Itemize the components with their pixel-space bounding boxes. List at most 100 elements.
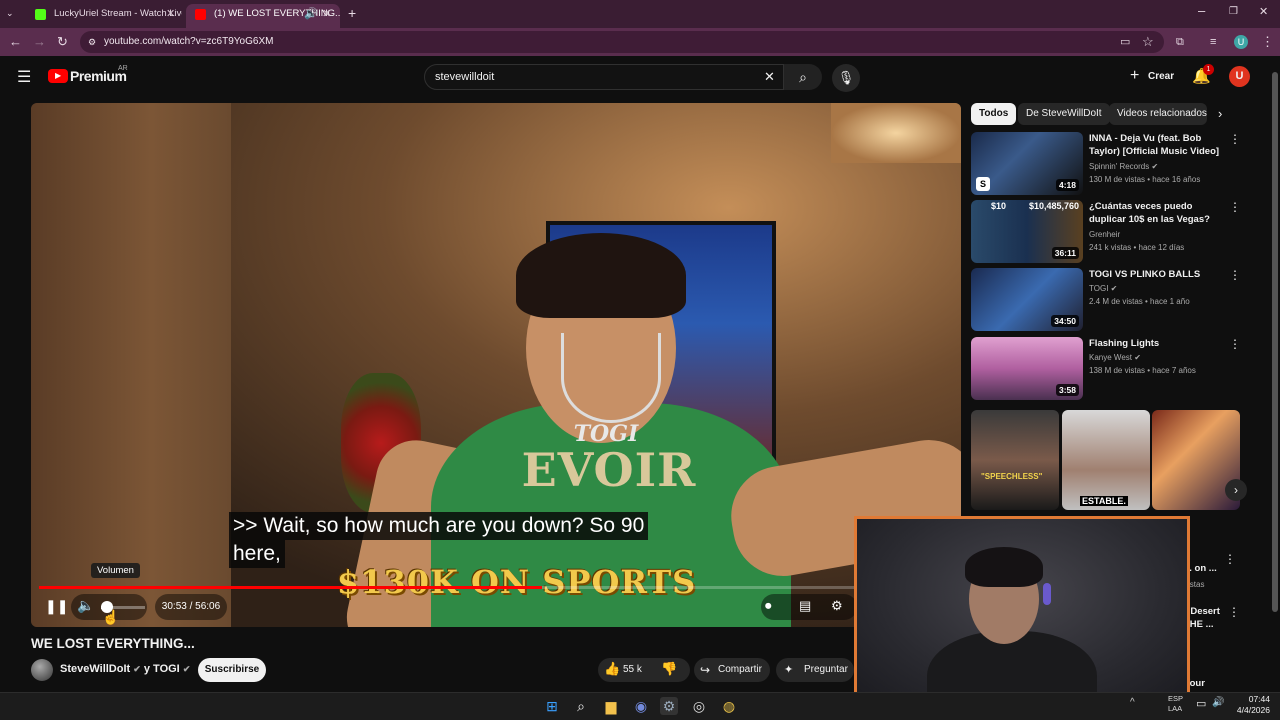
discord-icon[interactable]: ◉ — [632, 697, 650, 715]
tab-search-icon[interactable]: ⌄ — [6, 4, 14, 22]
duration-badge: 3:58 — [1055, 384, 1079, 396]
speaker-icon[interactable]: 🔊 — [1212, 697, 1224, 708]
maximize-icon[interactable]: ❐ — [1229, 3, 1238, 21]
account-avatar[interactable]: U — [1229, 66, 1250, 87]
recommendation-title[interactable]: TOGI VS PLINKO BALLS — [1089, 268, 1224, 281]
video-player[interactable]: TOGI EVOIR >> Wait, so how much are you … — [31, 103, 961, 627]
browser-menu-icon[interactable]: ⋮ — [1261, 33, 1274, 51]
channel-name-text[interactable]: SteveWillDoIt — [60, 663, 130, 675]
streamer-hair — [965, 547, 1043, 587]
system-tray-chevron-icon[interactable]: ^ — [1130, 697, 1135, 708]
channel-text[interactable]: TOGI — [1089, 284, 1108, 293]
network-icon[interactable]: ▭ — [1196, 697, 1206, 710]
recommendation-title[interactable]: ¿Cuántas veces puedo duplicar 10$ en las… — [1089, 200, 1224, 226]
language-indicator[interactable]: ESP LAA — [1168, 694, 1188, 714]
clear-search-icon[interactable]: ✕ — [764, 65, 775, 89]
shorts-next-button[interactable]: › — [1225, 479, 1247, 501]
media-controls-icon[interactable]: ≡ — [1210, 33, 1216, 51]
recommendation-channel[interactable]: Grenheir — [1089, 230, 1120, 239]
cast-icon[interactable]: ▭ — [1120, 33, 1130, 51]
caption-line-2: here, — [229, 540, 285, 568]
more-options-icon[interactable]: ⋮ — [1229, 200, 1241, 214]
volume-tooltip: Volumen — [91, 563, 140, 578]
settings-gear-icon[interactable]: ⚙ — [831, 598, 843, 614]
short-thumbnail[interactable]: "SPEECHLESS" — [971, 410, 1059, 510]
channel-avatar[interactable] — [31, 659, 53, 681]
recommendation-channel[interactable]: TOGI ✔ — [1089, 284, 1117, 293]
profile-avatar[interactable]: U — [1234, 35, 1248, 49]
recommendation-thumbnail[interactable]: S 4:18 — [971, 132, 1083, 195]
search-input[interactable]: stevewilldoit ✕ — [424, 64, 784, 90]
more-options-icon[interactable]: ⋮ — [1229, 268, 1241, 282]
recommendation-channel[interactable]: Kanye West ✔ — [1089, 353, 1141, 362]
tab-youtube[interactable]: (1) WE LOST EVERYTHING... 🔊 ✕ — [186, 4, 340, 28]
channel-name[interactable]: SteveWillDoIt ✔ y TOGI ✔ — [60, 663, 190, 675]
recommendation-title[interactable]: ... on ... — [1184, 562, 1224, 575]
more-options-icon[interactable]: ⋮ — [1229, 337, 1241, 351]
share-button[interactable]: ↪ Compartir — [694, 658, 770, 682]
channel-text[interactable]: Kanye West — [1089, 353, 1132, 362]
recommendation-meta: 241 k vistas • hace 12 días — [1089, 243, 1185, 252]
verified-icon: ✔ — [1110, 284, 1118, 293]
webcam-overlay — [854, 516, 1190, 704]
extensions-icon[interactable]: ⧉ — [1176, 33, 1184, 51]
recommendation-title[interactable]: INNA - Deja Vu (feat. Bob Taylor) [Offic… — [1089, 132, 1224, 158]
window-close-icon[interactable]: ✕ — [1259, 3, 1268, 21]
file-explorer-icon[interactable]: ▆ — [602, 697, 620, 715]
wall-light — [831, 103, 961, 163]
taskbar-clock[interactable]: 07:44 4/4/2026 — [1226, 694, 1270, 716]
channel-joiner[interactable]: y TOGI — [144, 663, 180, 675]
steam-icon[interactable]: ⚙ — [660, 697, 678, 715]
chip-related[interactable]: Videos relacionados — [1109, 103, 1207, 125]
short-thumbnail[interactable]: ESTABLE. — [1062, 410, 1150, 510]
autoplay-toggle-icon[interactable]: ⏺ — [765, 598, 772, 614]
more-options-icon[interactable]: ⋮ — [1224, 552, 1236, 566]
scrollbar-thumb[interactable] — [1272, 72, 1278, 612]
channel-text[interactable]: Spinnin' Records — [1089, 162, 1149, 171]
ask-button[interactable]: ✦ Preguntar — [776, 658, 854, 682]
recommendation-thumbnail[interactable]: 3:58 — [971, 337, 1083, 400]
close-icon[interactable]: ✕ — [166, 4, 175, 24]
taskbar-search-icon[interactable]: ⌕ — [572, 697, 590, 715]
pause-icon[interactable]: ❚❚ — [45, 598, 68, 615]
dislike-icon[interactable]: 👎 — [661, 661, 677, 677]
more-options-icon[interactable]: ⋮ — [1228, 605, 1240, 619]
chip-from-channel[interactable]: De SteveWillDoIt — [1018, 103, 1110, 125]
create-button[interactable]: + Crear — [1124, 64, 1178, 90]
recommendation-meta: 130 M de vistas • hace 16 años — [1089, 175, 1201, 184]
url-field[interactable]: ⚙ youtube.com/watch?v=zc6T9YoG6XM — [80, 31, 1164, 53]
hamburger-menu-icon[interactable]: ☰ — [17, 67, 31, 87]
reload-icon[interactable]: ↻ — [57, 33, 68, 51]
windows-start-icon[interactable]: ⊞ — [543, 697, 561, 715]
recommendation-thumbnail[interactable]: 34:50 — [971, 268, 1083, 331]
bookmark-star-icon[interactable]: ☆ — [1142, 33, 1154, 51]
youtube-favicon-icon — [195, 9, 206, 20]
chip-all[interactable]: Todos — [971, 103, 1017, 125]
chrome-icon[interactable]: ◍ — [720, 697, 738, 715]
site-info-icon[interactable]: ⚙ — [88, 31, 96, 53]
tab-luckyuriel[interactable]: LuckyUriel Stream - Watch Live ✕ — [26, 4, 182, 28]
recommendation-channel[interactable]: Spinnin' Records ✔ — [1089, 162, 1158, 171]
like-count[interactable]: 55 k — [623, 664, 642, 675]
recommendation-thumbnail[interactable]: $10 $10,485,760 36:11 — [971, 200, 1083, 263]
voice-search-button[interactable]: 🎙 — [832, 64, 860, 92]
new-tab-button[interactable]: + — [348, 4, 356, 22]
recommendation-title[interactable]: Flashing Lights — [1089, 337, 1224, 350]
subscribe-button[interactable]: Suscribirse — [198, 658, 266, 682]
recommendation-meta: 138 M de vistas • hace 7 años — [1089, 366, 1196, 375]
forward-icon[interactable]: → — [33, 33, 46, 51]
back-icon[interactable]: ← — [9, 33, 22, 51]
volume-icon[interactable]: 🔈 — [77, 597, 94, 614]
audio-icon[interactable]: 🔊 — [304, 4, 318, 24]
close-icon[interactable]: ✕ — [322, 4, 331, 24]
search-button[interactable]: ⌕ — [784, 64, 822, 90]
duration-badge: 36:11 — [1051, 247, 1079, 259]
share-label: Compartir — [718, 664, 762, 675]
minimize-icon[interactable]: – — [1198, 2, 1205, 20]
progress-bar[interactable] — [39, 586, 953, 589]
subtitles-icon[interactable]: ▤ — [799, 598, 811, 614]
obs-icon[interactable]: ◎ — [690, 697, 708, 715]
chevron-right-icon[interactable]: › — [1218, 106, 1222, 121]
more-options-icon[interactable]: ⋮ — [1229, 132, 1241, 146]
like-icon[interactable]: 👍 — [604, 661, 620, 677]
